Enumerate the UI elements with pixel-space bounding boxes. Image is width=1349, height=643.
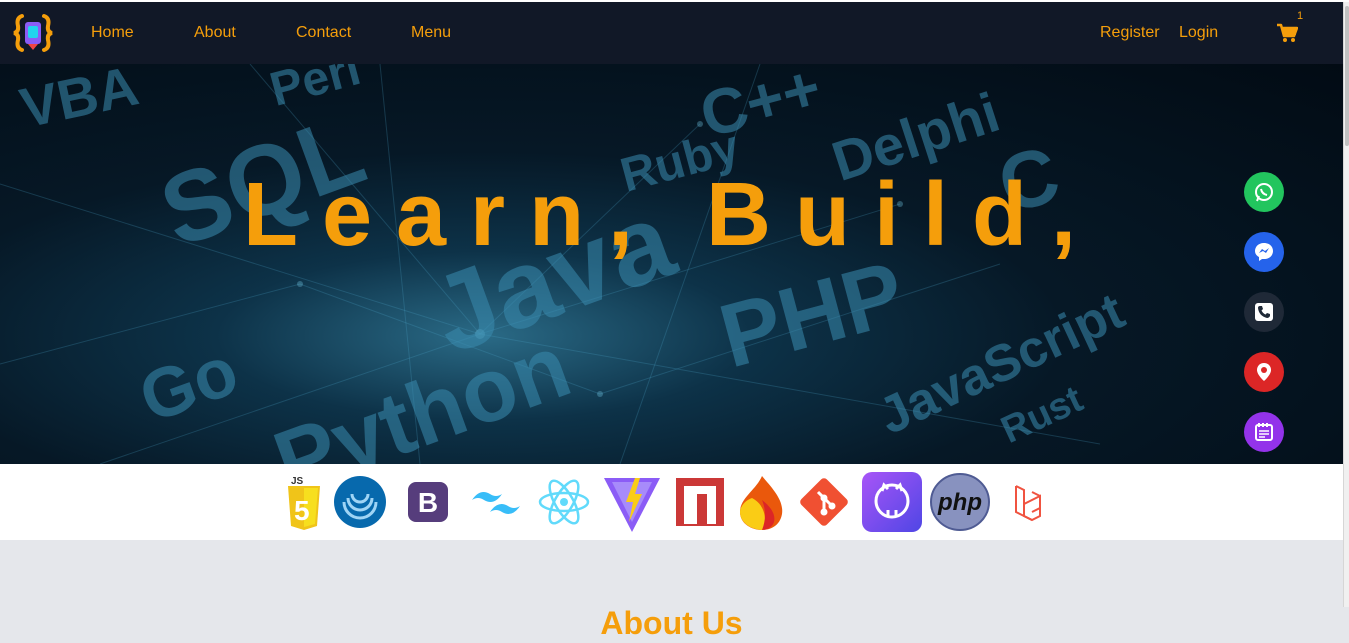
nav-contact[interactable]: Contact — [296, 24, 351, 42]
hero-headline: Learn, Build, — [242, 165, 1101, 265]
svg-text:JS: JS — [291, 476, 304, 487]
tailwind-icon — [466, 472, 526, 532]
tech-stack-bar: JS 5 B php — [0, 464, 1343, 540]
laravel-icon — [998, 472, 1058, 532]
notes-icon — [1255, 423, 1273, 441]
bootstrap-icon: B — [398, 472, 458, 532]
cart-count-badge: 1 — [1297, 10, 1304, 22]
jquery-icon — [330, 472, 390, 532]
svg-text:B: B — [418, 487, 438, 518]
nav-about[interactable]: About — [194, 24, 236, 42]
notes-button[interactable] — [1244, 412, 1284, 452]
vite-icon — [602, 472, 662, 532]
svg-text:php: php — [937, 489, 982, 516]
git-icon — [794, 472, 854, 532]
site-logo[interactable] — [12, 10, 54, 56]
navbar: Home About Contact Menu Register Login 1 — [0, 2, 1343, 64]
messenger-icon — [1255, 243, 1273, 261]
php-icon: php — [930, 472, 990, 532]
page-scrollbar[interactable] — [1343, 2, 1349, 607]
javascript-icon: JS 5 — [274, 472, 334, 532]
messenger-button[interactable] — [1244, 232, 1284, 272]
about-heading: About Us — [600, 604, 743, 641]
react-icon — [534, 472, 594, 532]
hero-banner: VBA Perl SQL Ruby C++ Delphi Java PHP Py… — [0, 64, 1343, 464]
scrollbar-thumb[interactable] — [1345, 6, 1349, 146]
whatsapp-icon — [1255, 183, 1273, 202]
location-pin-icon — [1257, 363, 1271, 381]
firebase-icon — [732, 472, 792, 532]
login-link[interactable]: Login — [1179, 24, 1218, 42]
nav-home[interactable]: Home — [91, 24, 134, 42]
nav-menu[interactable]: Menu — [411, 24, 451, 42]
svg-text:5: 5 — [294, 495, 310, 526]
shopping-cart-icon[interactable] — [1276, 23, 1299, 43]
location-button[interactable] — [1244, 352, 1284, 392]
github-icon — [862, 472, 922, 532]
phone-button[interactable] — [1244, 292, 1284, 332]
npm-icon — [670, 472, 730, 532]
phone-icon — [1255, 303, 1273, 321]
whatsapp-button[interactable] — [1244, 172, 1284, 212]
register-link[interactable]: Register — [1100, 24, 1160, 42]
